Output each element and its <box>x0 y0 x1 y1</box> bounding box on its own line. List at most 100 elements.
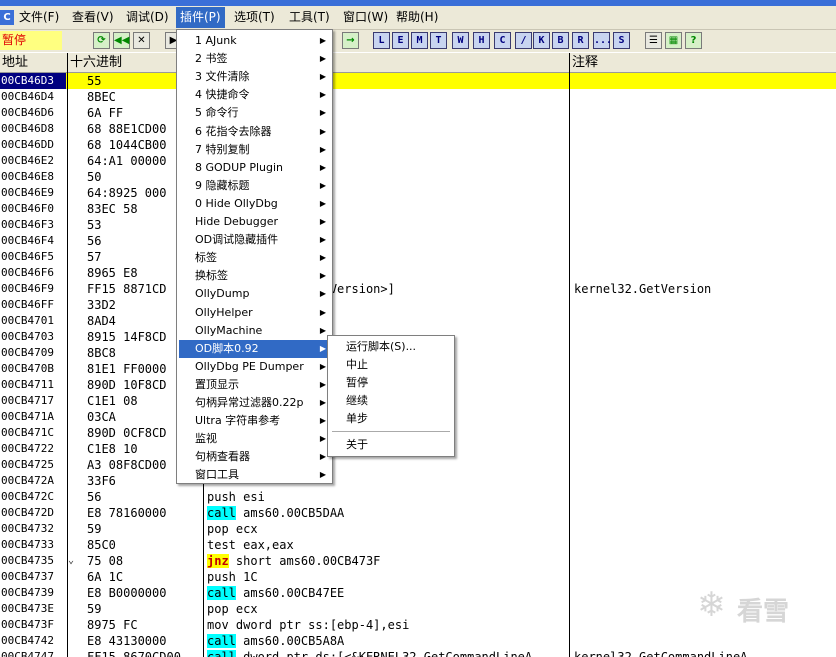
table-row[interactable]: 00CB46D6 6A FF <box>0 105 836 121</box>
table-row[interactable]: 00CB46FF 33D2 <box>0 297 836 313</box>
plugin-menu-item[interactable]: 窗口工具 ▶ <box>179 466 330 484</box>
goto-icon[interactable]: → <box>342 32 359 49</box>
plugin-menu-item[interactable]: 8 GODUP Plugin ▶ <box>179 159 330 177</box>
close-icon[interactable]: ✕ <box>133 32 150 49</box>
table-row[interactable]: 00CB46E8 50 <box>0 169 836 185</box>
toolbar-source-button[interactable]: S <box>613 32 630 49</box>
plugin-menu-item[interactable]: 1 AJunk ▶ <box>179 32 330 50</box>
table-row[interactable]: 00CB46DD68 1044CB00410 <box>0 137 836 153</box>
toolbar-runtrace-button[interactable]: ... <box>593 32 612 49</box>
table-row[interactable]: 00CB46F5 57 <box>0 249 836 265</box>
plugin-menu-item[interactable]: 句柄异常过滤器0.22p ▶ <box>179 394 330 412</box>
table-row[interactable]: 00CB46F0 83EC 58 <box>0 201 836 217</box>
plugin-menu-item[interactable]: 6 花指令去除器 ▶ <box>179 123 330 141</box>
menu-item-label: 标签 <box>195 251 217 265</box>
table-row[interactable]: 00CB46F68965 E8s:[ebp-18],esp <box>0 265 836 281</box>
plugin-menu-item[interactable]: OllyMachine ▶ <box>179 322 330 340</box>
toolbar-log-button[interactable]: L <box>373 32 390 49</box>
menu-help[interactable]: 帮助(H) <box>392 7 442 28</box>
table-row[interactable]: 00CB46F4 56 <box>0 233 836 249</box>
plugin-menu-item[interactable]: 监视 ▶ <box>179 430 330 448</box>
plugin-menu-item[interactable]: 0 Hide OllyDbg ▶ <box>179 195 330 213</box>
toolbar-cpu-button[interactable]: C <box>494 32 511 49</box>
menu-file[interactable]: 文件(F) <box>15 7 63 28</box>
table-row[interactable]: 00CB46F9FF15 8871CDs:[<&KERNEL32.GetVers… <box>0 281 836 297</box>
table-row[interactable]: 00CB4742 E8 43130000 call ams60.00CB5A8A <box>0 633 836 649</box>
toolbar-windows-button[interactable]: W <box>452 32 469 49</box>
plugin-menu-item[interactable]: 标签 ▶ <box>179 249 330 267</box>
menu-tools[interactable]: 工具(T) <box>285 7 334 28</box>
toolbar-callstack-button[interactable]: K <box>533 32 550 49</box>
table-row[interactable]: 00CB46D868 88E1CD00188 <box>0 121 836 137</box>
toolbar-patches-button[interactable]: / <box>515 32 532 49</box>
plugin-menu-item[interactable]: 置顶显示 ▶ <box>179 376 330 394</box>
app-icon[interactable]: C <box>0 10 14 25</box>
address-cell: 00CB46F5 <box>1 250 54 263</box>
toolbar-modules-button[interactable]: E <box>392 32 409 49</box>
table-row[interactable]: 00CB46F3 53 <box>0 217 836 233</box>
table-row[interactable]: 00CB4735 75 08 jnz short ams60.00CB473F ⌄ <box>0 553 836 569</box>
menu-item-label: 7 特别复制 <box>195 142 250 156</box>
plugin-menu-item[interactable]: OllyHelper ▶ <box>179 304 330 322</box>
menu-item-label: 监视 <box>195 432 217 446</box>
table-row[interactable]: 00CB4732 59 pop ecx <box>0 521 836 537</box>
toolbar-handles-button[interactable]: H <box>473 32 490 49</box>
menu-item-label: 8 GODUP Plugin <box>195 160 283 174</box>
table-row[interactable]: 00CB46E264:A1 00000r fs:[0] <box>0 153 836 169</box>
list-icon[interactable]: ☰ <box>645 32 662 49</box>
plugin-menu-item[interactable]: 3 文件清除 ▶ <box>179 68 330 86</box>
table-row[interactable]: 00CB472A 33F6 <box>0 473 836 489</box>
toolbar-memory-button[interactable]: M <box>411 32 428 49</box>
script-menu-item[interactable]: 运行脚本(S)... <box>330 338 452 356</box>
open-icon[interactable]: ⟳ <box>93 32 110 49</box>
table-row[interactable]: 00CB4725A3 08F8CD00:[CDF808],eax <box>0 457 836 473</box>
table-row[interactable]: 00CB472D E8 78160000 call ams60.00CB5DAA <box>0 505 836 521</box>
submenu-arrow-icon: ▶ <box>319 452 326 462</box>
script-menu-item[interactable]: 暂停 <box>330 374 452 392</box>
plugin-menu-item[interactable]: Hide Debugger ▶ <box>179 213 330 231</box>
table-row[interactable]: 00CB472C 56 push esi <box>0 489 836 505</box>
plugin-menu-item[interactable]: OD脚本0.92 ▶ <box>179 339 330 358</box>
plugin-menu-item[interactable]: OD调试隐藏插件 ▶ <box>179 231 330 249</box>
plugin-menu-item[interactable]: 句柄查看器 ▶ <box>179 448 330 466</box>
help-icon[interactable]: ? <box>685 32 702 49</box>
disasm-cell: push 1C <box>207 569 569 585</box>
table-row[interactable]: 00CB46D3 55 <box>0 73 836 89</box>
menu-item-label: 0 Hide OllyDbg <box>195 196 278 210</box>
menu-view[interactable]: 查看(V) <box>68 7 118 28</box>
table-row[interactable]: 00CB46D4 8BEC <box>0 89 836 105</box>
plugin-menu-item[interactable]: 4 快捷命令 ▶ <box>179 86 330 104</box>
script-menu-item[interactable]: 中止 <box>330 356 452 374</box>
plugin-menu-item[interactable]: 2 书签 ▶ <box>179 50 330 68</box>
table-row[interactable]: 00CB4737 6A 1C push 1C <box>0 569 836 585</box>
table-row[interactable]: 00CB4701 8AD4 <box>0 313 836 329</box>
plugin-menu-item[interactable]: OllyDump ▶ <box>179 285 330 303</box>
plugin-menu-item[interactable]: OllyDbg PE Dumper ▶ <box>179 358 330 376</box>
script-menu-item[interactable]: 单步 <box>330 410 452 428</box>
plugin-menu-item[interactable]: 7 特别复制 ▶ <box>179 141 330 159</box>
plugin-menu-item[interactable]: Ultra 字符串参考 ▶ <box>179 412 330 430</box>
menu-options[interactable]: 选项(T) <box>230 7 279 28</box>
toolbar: 暂停 ⟳ ◀◀ ✕ ▶ → L E M T W H C / K B R ... … <box>0 30 836 52</box>
toolbar-threads-button[interactable]: T <box>430 32 447 49</box>
column-header: 地址 十六进制 注释 <box>0 53 836 73</box>
hex-cell: 8975 FC <box>87 618 138 632</box>
plugin-menu-item[interactable]: 9 隐藏标题 ▶ <box>179 177 330 195</box>
menu-debug[interactable]: 调试(D) <box>122 7 173 28</box>
submenu-arrow-icon: ▶ <box>319 434 326 444</box>
plugin-menu-item[interactable]: 5 命令行 ▶ <box>179 104 330 122</box>
col-address[interactable]: 地址 <box>0 53 68 73</box>
rewind-icon[interactable]: ◀◀ <box>113 32 130 49</box>
script-menu-item[interactable]: 继续 <box>330 392 452 410</box>
menu-plugins[interactable]: 插件(P) <box>176 7 225 28</box>
col-comment[interactable]: 注释 <box>570 53 836 73</box>
table-row[interactable]: 00CB4747 FF15 8670CD00 call dword ptr ds:[… <box>0 649 836 657</box>
toolbar-breakpoints-button[interactable]: B <box>552 32 569 49</box>
plugin-menu-item[interactable]: 换标签 ▶ <box>179 267 330 285</box>
script-menu-item[interactable]: 关于 <box>330 436 452 454</box>
grid-icon[interactable]: ▦ <box>665 32 682 49</box>
menu-window[interactable]: 窗口(W) <box>339 7 392 28</box>
table-row[interactable]: 00CB4733 85C0 test eax,eax <box>0 537 836 553</box>
table-row[interactable]: 00CB46E964:8925 000:[0],esp <box>0 185 836 201</box>
toolbar-references-button[interactable]: R <box>572 32 589 49</box>
